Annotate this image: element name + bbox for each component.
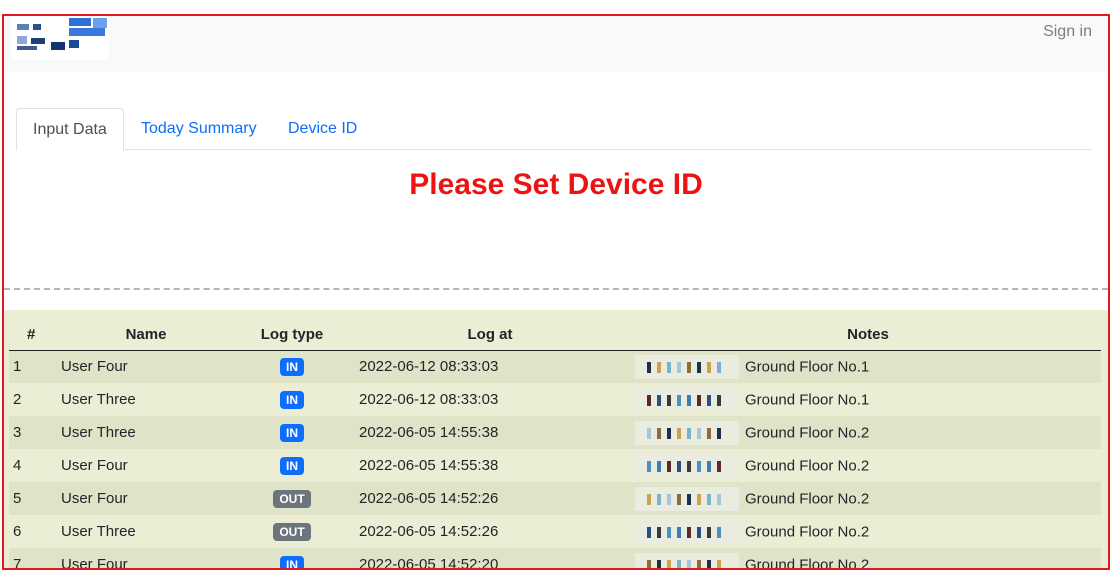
device-id-warning: Please Set Device ID [409,168,703,201]
row-notes: Ground Floor No.1 [635,350,1101,383]
row-notes: Ground Floor No.2 [635,416,1101,449]
col-header-log-type: Log type [239,310,345,351]
row-notes-text: Ground Floor No.1 [745,391,870,408]
photo-thumbnail[interactable] [635,420,739,445]
row-user-name: User Four [61,457,128,474]
row-log-type: IN [239,416,345,449]
photo-thumbnail[interactable] [635,486,739,511]
log-type-badge: IN [280,423,304,442]
table-row: 5 User Four OUT 2022-06-05 14:52:26 Ground F… [9,482,1101,515]
log-type-badge: OUT [273,489,311,508]
col-header-notes: Notes [635,310,1101,351]
row-notes-text: Ground Floor No.2 [745,490,870,507]
log-type-badge: IN [280,555,304,568]
row-number: 5 [13,490,22,507]
row-log-at: 2022-06-12 08:33:03 [359,391,499,408]
row-notes: Ground Floor No.2 [635,482,1101,515]
sign-in-link[interactable]: Sign in [1043,23,1092,41]
row-number: 4 [13,457,22,474]
row-notes: Ground Floor No.2 [635,449,1101,482]
tab-today-summary[interactable]: Today Summary [125,108,273,150]
row-notes: Ground Floor No.2 [635,548,1101,570]
row-log-at: 2022-06-05 14:52:26 [359,490,499,507]
row-notes-text: Ground Floor No.2 [745,523,870,540]
row-notes: Ground Floor No.2 [635,515,1101,548]
row-log-at: 2022-06-05 14:55:38 [359,457,499,474]
photo-thumbnail[interactable] [635,552,739,568]
row-user-name: User Three [61,424,136,441]
row-number: 7 [13,556,22,570]
row-notes-text: Ground Floor No.2 [745,457,870,474]
row-notes-text: Ground Floor No.1 [745,358,870,376]
row-log-type: IN [239,383,345,416]
row-user-name: User Four [61,556,128,570]
log-table-container: # Name Log type Log at Notes 1 User Four I… [4,310,1108,570]
tab-device-id[interactable]: Device ID [272,108,373,150]
row-log-at: 2022-06-12 08:33:03 [359,358,499,376]
row-log-type: IN [239,548,345,568]
row-user-name: User Three [61,391,136,408]
row-user-name: User Four [61,490,128,507]
row-log-at: 2022-06-05 14:52:20 [359,556,499,570]
log-type-badge: IN [280,357,304,376]
row-number: 2 [13,391,22,408]
photo-thumbnail[interactable] [635,519,739,544]
row-notes-text: Ground Floor No.2 [745,556,870,570]
photo-thumbnail[interactable] [635,453,739,478]
row-log-type: IN [239,449,345,482]
row-notes: Ground Floor No.1 [635,383,1101,416]
table-row: 4 User Four IN 2022-06-05 14:55:38 Ground Fl… [9,449,1101,482]
log-type-badge: IN [280,456,304,475]
table-row: 2 User Three IN 2022-06-12 08:33:03 Ground F… [9,383,1101,416]
row-number: 6 [13,523,22,540]
photo-thumbnail[interactable] [635,387,739,412]
col-header-name: Name [53,310,239,351]
table-row: 1 User Four IN 2022-06-12 08:33:03 Ground Fl… [9,350,1101,383]
navbar: Sign in [4,16,1108,72]
brand-logo[interactable] [11,16,109,60]
table-row: 6 User Three OUT 2022-06-05 14:52:26 Ground … [9,515,1101,548]
row-number: 1 [13,358,22,376]
row-number: 3 [13,424,22,441]
app-frame: Sign in Input Data Today Summary Device … [2,14,1110,570]
photo-thumbnail[interactable] [635,354,739,379]
log-type-badge: OUT [273,522,311,541]
tab-bar: Input Data Today Summary Device ID [16,108,1092,151]
row-notes-text: Ground Floor No.2 [745,424,870,441]
tab-input-data[interactable]: Input Data [16,108,124,151]
row-log-type: IN [239,350,345,383]
table-row: 3 User Three IN 2022-06-05 14:55:38 Ground F… [9,416,1101,449]
table-header-row: # Name Log type Log at Notes [9,310,1101,351]
log-table: # Name Log type Log at Notes 1 User Four I… [9,310,1101,570]
row-log-at: 2022-06-05 14:55:38 [359,424,499,441]
section-divider [4,288,1108,290]
row-log-type: OUT [239,515,345,548]
log-type-badge: IN [280,390,304,409]
col-header-number: # [9,310,53,351]
row-log-type: OUT [239,482,345,515]
col-header-log-at: Log at [345,310,635,351]
row-user-name: User Four [61,358,128,376]
row-user-name: User Three [61,523,136,540]
row-log-at: 2022-06-05 14:52:26 [359,523,499,540]
table-row: 7 User Four IN 2022-06-05 14:52:20 Ground Fl… [9,548,1101,570]
